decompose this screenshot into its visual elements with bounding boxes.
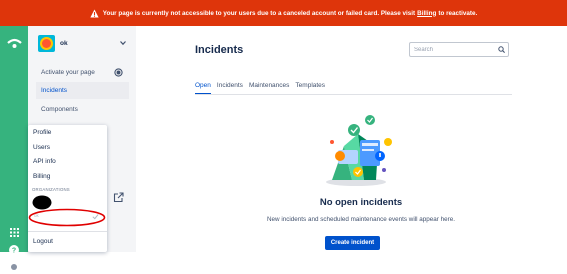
empty-state-title: No open incidents xyxy=(319,197,403,208)
menu-divider xyxy=(28,231,107,232)
sidebar-item-label: Components xyxy=(41,106,78,113)
org-name: ok xyxy=(34,213,39,218)
menu-item-logout[interactable]: Logout xyxy=(33,238,53,245)
banner-text-end: to reactivate. xyxy=(438,9,478,17)
empty-state-description: New incidents and scheduled maintenance … xyxy=(267,216,455,223)
sidebar-item-label: Activate your page xyxy=(41,69,95,76)
sidebar-item-activate[interactable]: Activate your page xyxy=(36,64,129,81)
search-input[interactable] xyxy=(409,42,509,57)
sidebar-item-components[interactable]: Components xyxy=(36,101,129,118)
menu-item-users[interactable]: Users xyxy=(33,144,50,151)
page-title: Incidents xyxy=(195,44,244,56)
account-dropdown-menu: Profile Users API info Billing ORGANIZAT… xyxy=(28,125,107,252)
sidebar-item-incidents[interactable]: Incidents xyxy=(36,82,129,99)
chevron-down-icon[interactable] xyxy=(120,40,126,46)
help-icon[interactable]: ? xyxy=(9,245,19,255)
create-incident-button[interactable]: Create incident xyxy=(325,236,380,250)
tab-underline xyxy=(195,94,512,95)
billing-link[interactable]: Billing xyxy=(417,10,436,17)
account-warning-banner: Your page is currently not accessible to… xyxy=(0,0,567,26)
menu-item-billing[interactable]: Billing xyxy=(33,173,50,180)
project-name: ok xyxy=(60,40,68,47)
empty-state-illustration xyxy=(326,115,392,186)
warning-icon xyxy=(90,8,99,17)
banner-text: Your page is currently not accessible to… xyxy=(102,9,416,17)
menu-item-profile[interactable]: Profile xyxy=(33,129,51,136)
menu-item-api-info[interactable]: API info xyxy=(33,158,56,165)
sidebar-item-label: Incidents xyxy=(41,87,68,94)
app-switcher-icon[interactable] xyxy=(10,228,19,237)
project-switcher[interactable]: ok xyxy=(38,35,68,52)
statuspage-logo-icon[interactable] xyxy=(7,38,22,48)
progress-ring-icon xyxy=(114,68,123,77)
search-icon xyxy=(498,46,505,53)
global-rail: ? xyxy=(0,26,28,274)
project-logo xyxy=(38,35,55,52)
org-item[interactable]: ok xyxy=(32,212,100,222)
organizations-label: ORGANIZATIONS xyxy=(32,187,70,192)
redacted-scribble xyxy=(32,195,52,210)
external-link-icon[interactable] xyxy=(113,192,124,203)
svg-text:?: ? xyxy=(12,248,16,255)
avatar[interactable] xyxy=(8,262,20,274)
check-icon xyxy=(92,214,99,220)
